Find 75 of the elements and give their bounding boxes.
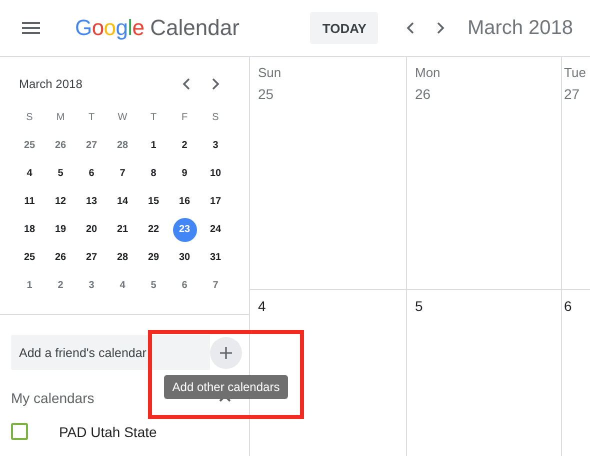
day-cell[interactable]: 6 [80,162,104,186]
date-number: 25 [258,86,274,102]
friend-calendar-field[interactable]: Add a friend's calendar [11,335,210,370]
weekday-label: Tue [564,65,586,81]
weekday-label: F [181,111,188,125]
day-cell[interactable]: 28 [110,246,134,270]
day-cell[interactable]: 4 [110,274,134,298]
day-cell[interactable]: 25 [18,246,42,270]
day-cell[interactable]: 23 [172,218,196,242]
tooltip: Add other calendars [164,375,288,399]
date-number: 6 [564,298,572,314]
weekday-label: T [88,111,95,125]
menu-icon[interactable] [22,22,40,34]
day-cell[interactable]: 2 [172,134,196,158]
day-cell[interactable]: 6 [172,274,196,298]
checkbox[interactable] [11,423,28,440]
day-cell[interactable]: 30 [172,246,196,270]
date-number: 27 [564,86,580,102]
day-cell[interactable]: 1 [142,134,166,158]
day-cell[interactable]: 13 [80,190,104,214]
day-cell[interactable]: 29 [142,246,166,270]
day-cell[interactable]: 19 [48,218,72,242]
day-cell[interactable]: 22 [142,218,166,242]
day-cell[interactable]: 7 [204,274,228,298]
day-cell[interactable]: 20 [80,218,104,242]
day-cell[interactable]: 12 [48,190,72,214]
date-number: 4 [258,298,266,314]
day-cell[interactable]: 17 [204,190,228,214]
chevron-left-icon[interactable] [406,22,414,34]
weekday-label: Mon [415,65,440,81]
day-cell[interactable]: 24 [204,218,228,242]
day-cell[interactable]: 27 [80,134,104,158]
day-cell[interactable]: 15 [142,190,166,214]
chevron-right-icon[interactable] [212,78,220,90]
day-cell[interactable]: 27 [80,246,104,270]
day-cell[interactable]: 9 [172,162,196,186]
weekday-label: S [26,111,33,125]
add-calendar-button[interactable] [210,336,242,368]
app-name: Calendar [150,15,240,41]
chevron-left-icon[interactable] [182,78,190,90]
day-cell[interactable]: 26 [48,134,72,158]
day-cell[interactable]: 26 [48,246,72,270]
period-title: March 2018 [467,16,574,40]
day-cell[interactable]: 18 [18,218,42,242]
day-cell[interactable]: 25 [18,134,42,158]
day-cell[interactable]: 3 [204,134,228,158]
weekday-label: W [118,111,128,125]
weekday-label: S [212,111,219,125]
day-cell[interactable]: 4 [18,162,42,186]
day-cell[interactable]: 14 [110,190,134,214]
day-cell[interactable]: 11 [18,190,42,214]
plus-icon [220,346,232,358]
day-cell[interactable]: 3 [80,274,104,298]
chevron-right-icon[interactable] [437,22,446,34]
weekday-label: T [150,111,157,125]
day-cell[interactable]: 16 [172,190,196,214]
day-cell[interactable]: 1 [18,274,42,298]
day-cell[interactable]: 2 [48,274,72,298]
date-number: 5 [415,298,423,314]
day-cell[interactable]: 10 [204,162,228,186]
weekday-label: Sun [258,65,282,81]
day-cell[interactable]: 8 [142,162,166,186]
section-title: My calendars [11,390,96,406]
day-cell[interactable]: 28 [110,134,134,158]
date-number: 26 [415,86,431,102]
logo: Google [75,15,144,41]
day-cell[interactable]: 5 [48,162,72,186]
calendar-name: PAD Utah State [59,424,157,440]
day-cell[interactable]: 31 [204,246,228,270]
day-cell[interactable]: 7 [110,162,134,186]
day-cell[interactable]: 21 [110,218,134,242]
today-button[interactable]: TODAY [310,12,378,44]
day-cell[interactable]: 5 [142,274,166,298]
weekday-label: M [56,111,65,125]
month-title: March 2018 [19,77,84,91]
